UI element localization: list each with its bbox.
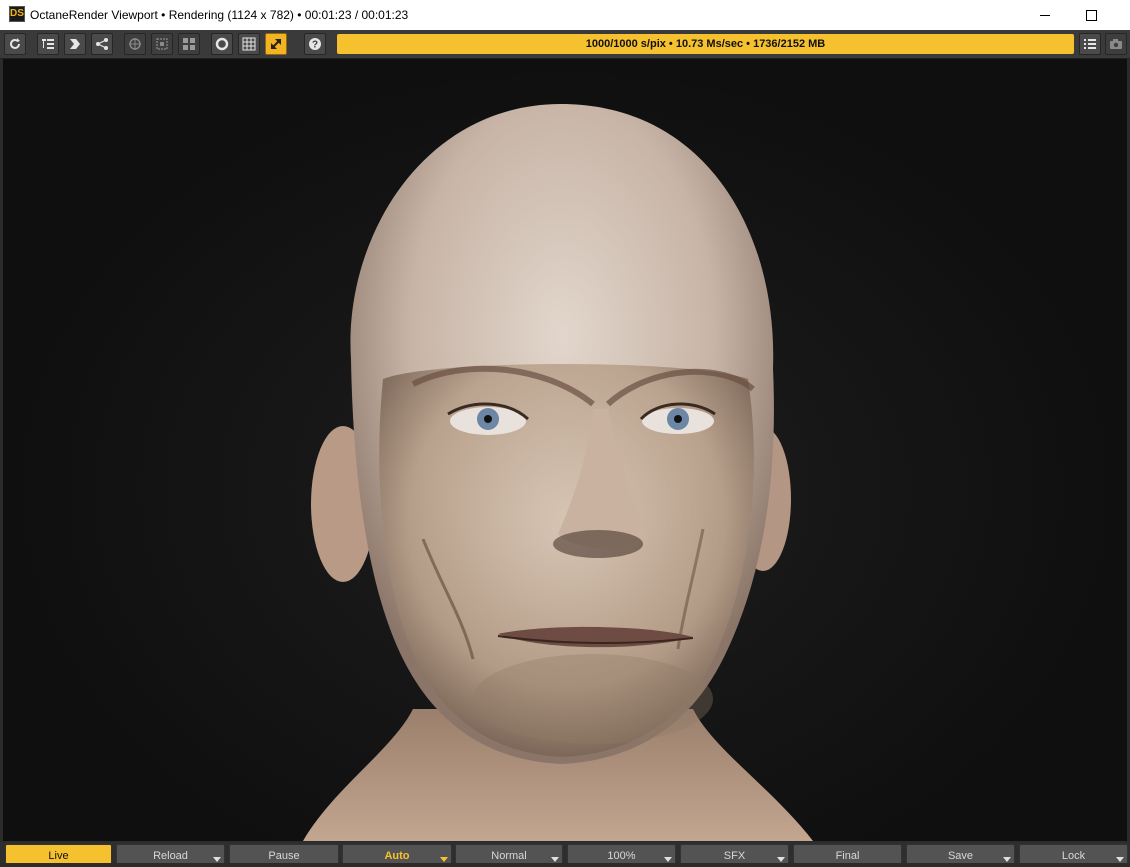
title-bar: DS OctaneRender Viewport • Rendering (11… — [0, 0, 1130, 30]
node-graph-icon — [96, 38, 108, 50]
viewport-toolbar: ? 1000/1000 s/pix • 10.73 Ms/sec • 1736/… — [0, 30, 1130, 59]
zoom-label: 100% — [607, 850, 636, 862]
scene-tree-button[interactable] — [37, 33, 59, 55]
auto-label: Auto — [384, 850, 410, 862]
refresh-button[interactable] — [4, 33, 26, 55]
normal-label: Normal — [491, 850, 527, 862]
grid-icon — [242, 37, 256, 51]
snapshot-button[interactable] — [1105, 33, 1127, 55]
export-button[interactable] — [64, 33, 86, 55]
tree-list-icon — [42, 39, 54, 49]
chevron-down-icon — [1003, 857, 1011, 862]
live-button[interactable]: Live — [5, 844, 112, 863]
chevron-down-icon — [213, 857, 221, 862]
pause-label: Pause — [268, 850, 300, 862]
refresh-icon — [10, 38, 20, 49]
render-viewport[interactable] — [3, 59, 1127, 841]
send-arrow-icon — [70, 39, 80, 49]
help-icon: ? — [309, 38, 321, 51]
render-status-bar: 1000/1000 s/pix • 10.73 Ms/sec • 1736/21… — [337, 34, 1074, 54]
node-graph-button[interactable] — [91, 33, 113, 55]
crosshair-icon — [129, 38, 141, 50]
pause-button[interactable]: Pause — [229, 844, 339, 863]
reload-label: Reload — [153, 850, 188, 862]
pick-focus-button[interactable] — [124, 33, 146, 55]
live-label: Live — [48, 850, 69, 862]
sfx-button[interactable]: SFX — [680, 844, 789, 863]
fit-resolution-button[interactable] — [265, 33, 287, 55]
minimize-button[interactable] — [1022, 0, 1068, 30]
auto-button[interactable]: Auto — [342, 844, 452, 863]
lock-button[interactable]: Lock — [1019, 844, 1128, 863]
zoom-level-button[interactable]: 100% — [567, 844, 676, 863]
camera-icon — [1110, 39, 1122, 49]
region-render-button[interactable] — [151, 33, 173, 55]
save-label: Save — [947, 850, 974, 862]
maximize-icon — [1085, 9, 1097, 21]
render-controls-bar: Live Reload Pause Auto Normal 100% SFX F… — [0, 842, 1130, 863]
layout-grid-button[interactable] — [178, 33, 200, 55]
material-preview-button[interactable] — [211, 33, 233, 55]
resize-arrows-icon — [271, 39, 281, 49]
final-label: Final — [835, 850, 860, 862]
sfx-label: SFX — [723, 850, 746, 862]
circle-target-icon — [215, 37, 229, 51]
chevron-down-icon — [1116, 857, 1124, 862]
reload-button[interactable]: Reload — [116, 844, 225, 863]
grid-layout-icon — [183, 38, 195, 50]
final-button[interactable]: Final — [793, 844, 902, 863]
daz-studio-app-icon: DS — [9, 6, 25, 22]
minimize-icon — [1040, 14, 1050, 16]
chevron-down-icon — [777, 857, 785, 862]
region-select-icon — [156, 38, 168, 50]
chevron-down-icon — [440, 857, 448, 862]
maximize-button[interactable] — [1068, 0, 1114, 30]
help-button[interactable]: ? — [304, 33, 326, 55]
window-title: OctaneRender Viewport • Rendering (1124 … — [30, 8, 409, 22]
list-menu-icon — [1084, 39, 1096, 49]
chevron-down-icon — [551, 857, 559, 862]
normal-button[interactable]: Normal — [455, 844, 563, 863]
save-button[interactable]: Save — [906, 844, 1015, 863]
chevron-down-icon — [664, 857, 672, 862]
lock-label: Lock — [1061, 850, 1086, 862]
grid-overlay-button[interactable] — [238, 33, 260, 55]
rendered-portrait-image — [303, 104, 813, 841]
menu-button[interactable] — [1079, 33, 1101, 55]
svg-text:?: ? — [312, 40, 318, 51]
